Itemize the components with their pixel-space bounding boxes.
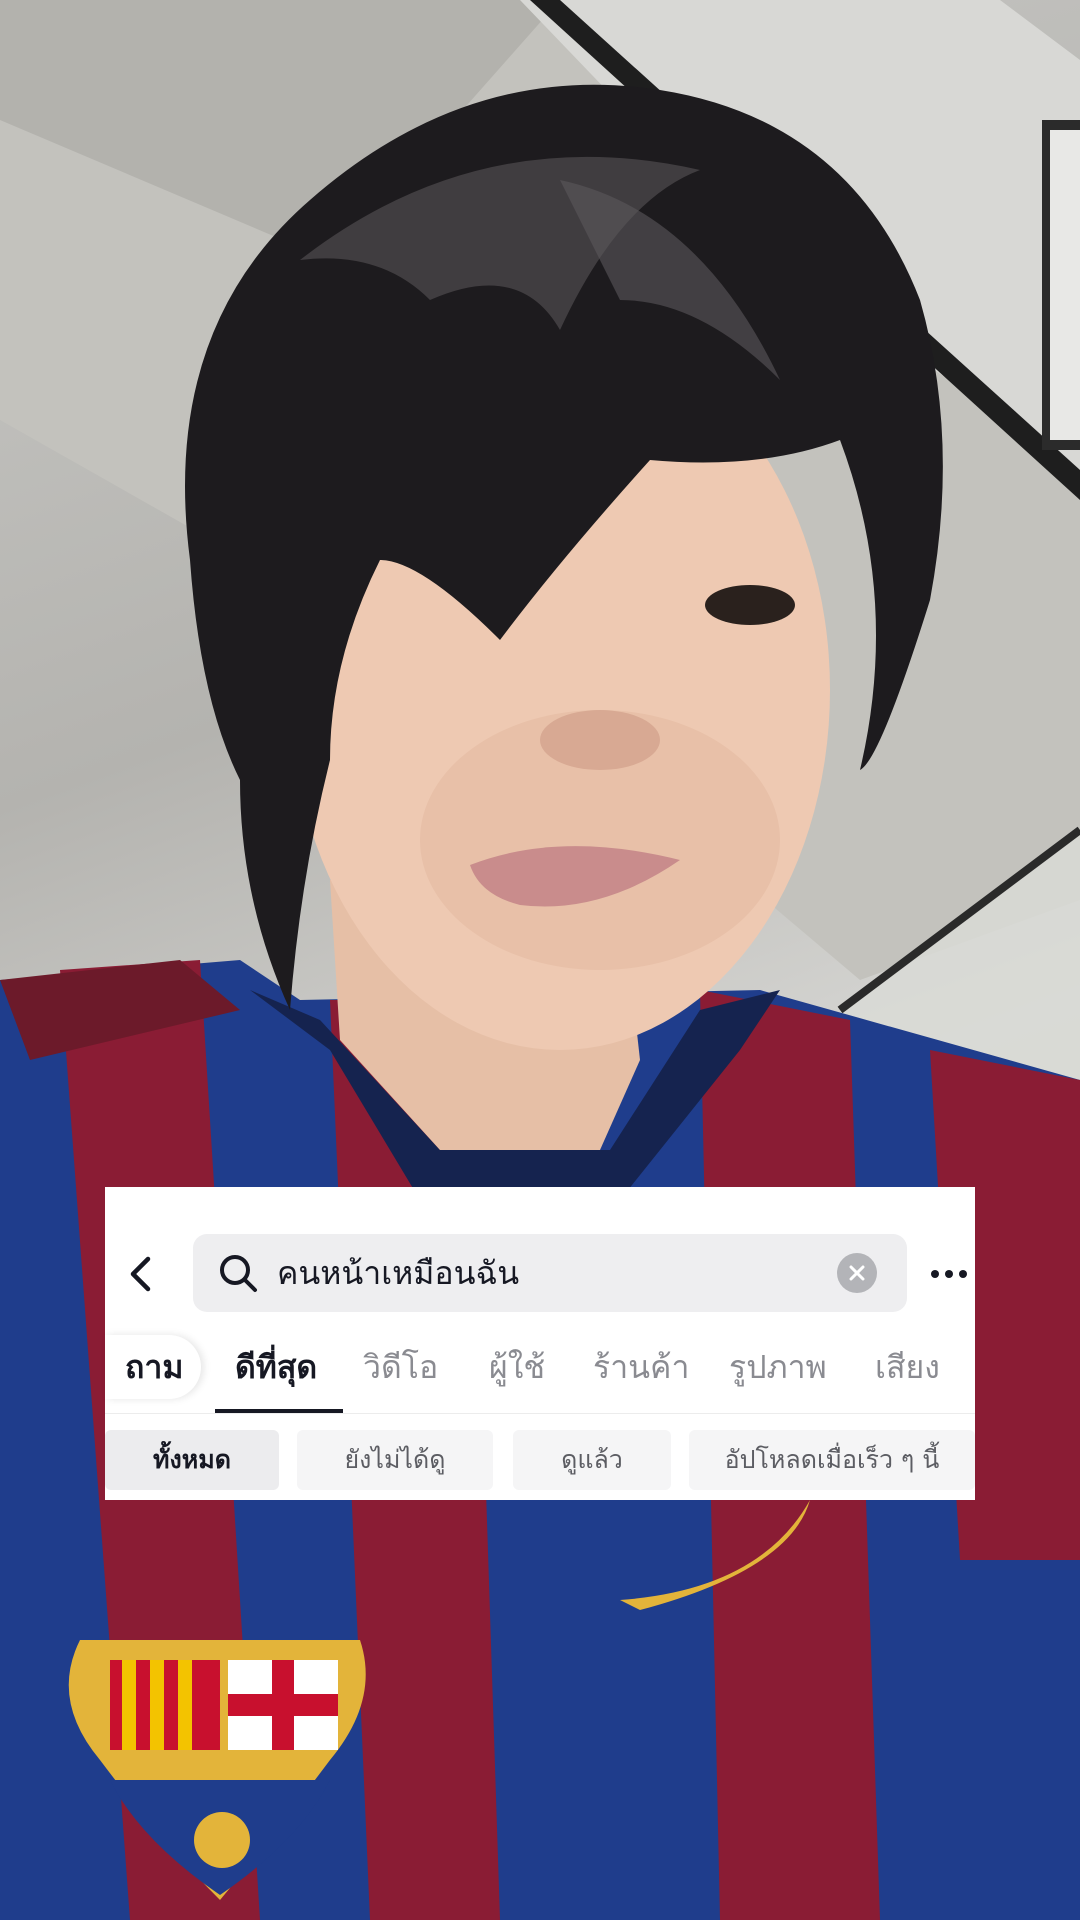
filter-recently-uploaded[interactable]: อัปโหลดเมื่อเร็ว ๆ นี้ [689, 1430, 975, 1490]
person-photo [0, 84, 1080, 1920]
search-tabs: ถาม ดีที่สุด วิดีโอ ผู้ใช้ ร้านค้า รูปภา… [105, 1335, 975, 1403]
tab-videos[interactable]: วิดีโอ [363, 1335, 438, 1399]
clear-icon [849, 1265, 865, 1281]
tab-shop[interactable]: ร้านค้า [593, 1335, 689, 1399]
more-options-button[interactable] [923, 1246, 975, 1302]
search-icon [220, 1255, 257, 1292]
filter-watched[interactable]: ดูแล้ว [513, 1430, 671, 1490]
tab-photos[interactable]: รูปภาพ [729, 1335, 827, 1399]
clear-search-button[interactable] [837, 1253, 877, 1293]
tab-sounds[interactable]: เสียง [875, 1335, 940, 1399]
chevron-left-icon [130, 1256, 151, 1292]
tab-top[interactable]: ดีที่สุด [235, 1335, 317, 1399]
screen: คนหน้าเหมือนฉัน ถาม ดีที่สุด วิดีโอ ผู้ใ… [0, 0, 1080, 1920]
tabs-divider [105, 1413, 975, 1414]
filter-unwatched[interactable]: ยังไม่ได้ดู [297, 1430, 493, 1490]
search-results-header: คนหน้าเหมือนฉัน ถาม ดีที่สุด วิดีโอ ผู้ใ… [105, 1187, 975, 1500]
tab-ask[interactable]: ถาม [105, 1335, 202, 1399]
more-horizontal-icon [931, 1270, 967, 1278]
search-query-text: คนหน้าเหมือนฉัน [277, 1254, 520, 1292]
filter-all[interactable]: ทั้งหมด [105, 1430, 279, 1490]
tab-users[interactable]: ผู้ใช้ [489, 1335, 545, 1399]
search-input[interactable]: คนหน้าเหมือนฉัน [193, 1234, 907, 1312]
back-button[interactable] [113, 1246, 169, 1302]
search-bar-row: คนหน้าเหมือนฉัน [105, 1234, 975, 1314]
filter-chips: ทั้งหมด ยังไม่ได้ดู ดูแล้ว อัปโหลดเมื่อเ… [105, 1430, 975, 1490]
